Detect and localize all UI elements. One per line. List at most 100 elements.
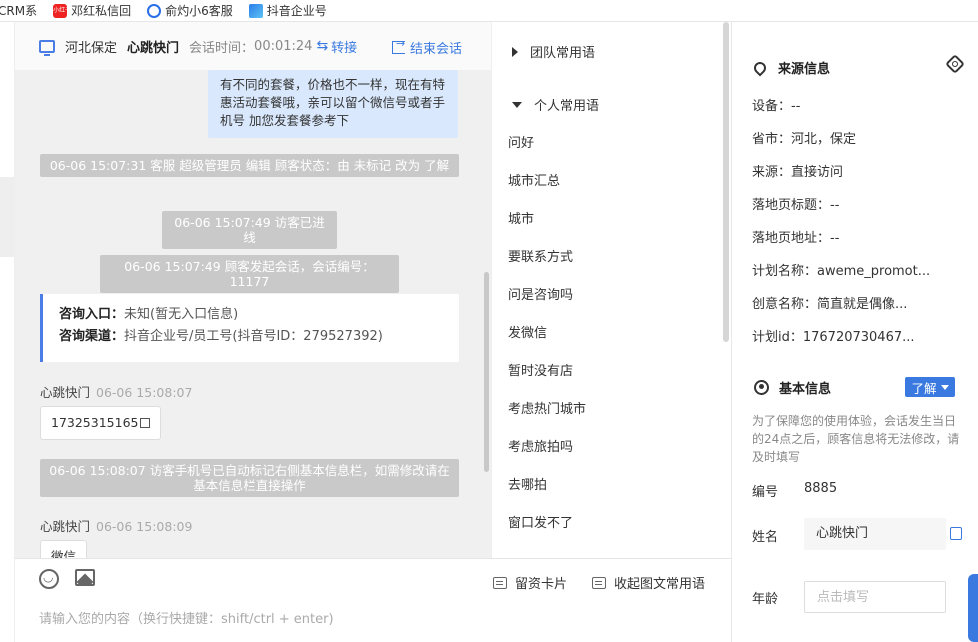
basic-info-title: 基本信息 (754, 378, 831, 397)
phrases-scrollbar[interactable] (723, 22, 729, 342)
input-area: 留资卡片 收起图文常用语 请输入您的内容（换行快捷键：shift/ctrl + … (15, 558, 731, 642)
landing-url: 落地页地址：-- (752, 231, 840, 246)
phrase-item[interactable]: 问是咨询吗 (508, 284, 573, 303)
transfer-label: 转接 (331, 40, 358, 56)
monitor-icon (39, 39, 55, 56)
source-device: 设备：-- (752, 99, 801, 114)
phrase-item[interactable]: 暂时没有店 (508, 360, 573, 379)
bookmark-service[interactable]: 俞灼小6客服 (147, 2, 233, 19)
consult-info-card: 咨询入口：未知(暂无入口信息) 咨询渠道：抖音企业号/员工号(抖音号ID：279… (40, 294, 459, 362)
section-label: 基本信息 (779, 382, 832, 397)
consult-channel-label: 咨询渠道： (59, 329, 125, 344)
lead-card-button[interactable]: 留资卡片 (493, 573, 567, 592)
visitor-location: 河北保定 (65, 40, 118, 56)
bookmark-red[interactable]: 小红书 邓红私信回 (53, 2, 131, 19)
number-value: 8885 (804, 481, 838, 496)
phone-number[interactable]: 17325315165 (51, 415, 138, 430)
agent-message: 有不同的套餐，价格也不一样，现在有特惠活动套餐哦，亲可以留个微信号或者手机号 加… (208, 70, 458, 138)
consult-entry-row: 咨询入口：未知(暂无入口信息) (59, 304, 443, 326)
caret-down-icon (512, 101, 522, 108)
session-time-label: 会话时间： (189, 40, 255, 56)
consult-entry-value: 未知(暂无入口信息) (124, 307, 239, 322)
name-label: 姓名 (752, 530, 779, 545)
bookmark-label: 抖音企业号 (266, 4, 327, 18)
douyin-icon (248, 3, 263, 18)
age-label: 年龄 (752, 592, 779, 607)
chat-panel: 河北保定 心跳快门 会话时间： 00:01:24 ⇆ 转接 结束会话 有不同的套… (15, 22, 491, 558)
xiaohongshu-icon: 小红书 (53, 3, 71, 18)
plan-name: 计划名称：aweme_promot... (752, 264, 931, 279)
source-origin: 来源：直接访问 (752, 165, 844, 180)
gutter-shade (0, 177, 14, 257)
group-label: 团队常用语 (530, 46, 596, 61)
phrases-panel: 团队常用语 个人常用语 问好 城市汇总 城市 要联系方式 问是咨询吗 发微信 暂… (491, 22, 731, 558)
number-label: 编号 (752, 485, 779, 500)
consult-channel-value: 抖音企业号/员工号(抖音号ID：279527392) (124, 329, 383, 344)
emoji-icon[interactable] (39, 569, 59, 589)
customer-status-dropdown[interactable]: 了解 (905, 377, 955, 397)
phrase-item[interactable]: 要联系方式 (508, 246, 573, 265)
group-label: 个人常用语 (534, 99, 600, 114)
message-sender: 心跳快门 06-06 15:08:09 (40, 516, 192, 535)
end-session-label: 结束会话 (410, 42, 463, 57)
system-message: 06-06 15:07:31 客服 超级管理员 编辑 顾客状态：由 未标记 改为… (40, 154, 459, 177)
lead-card-label: 留资卡片 (515, 577, 568, 592)
phrase-item[interactable]: 去哪拍 (508, 474, 547, 493)
session-time: 00:01:24 (254, 38, 313, 54)
edit-hint: 为了保障您的使用体验，会话发生当日的24点之后，顾客信息将无法修改，请及时填写 (752, 414, 960, 464)
sender-name: 心跳快门 (40, 385, 91, 400)
personal-phrases-group[interactable]: 个人常用语 (512, 95, 599, 114)
bookmarks-bar: CRM系 小红书 邓红私信回 俞灼小6客服 抖音企业号 (0, 0, 978, 22)
message-time: 06-06 15:08:09 (96, 519, 193, 534)
system-message: 06-06 15:07:49 访客已进线 (162, 211, 337, 249)
bookmark-label: 邓红私信回 (71, 4, 132, 18)
source-city: 省市：河北，保定 (752, 132, 857, 147)
team-phrases-group[interactable]: 团队常用语 (512, 42, 595, 61)
consult-entry-label: 咨询入口： (59, 307, 125, 322)
phrase-item[interactable]: 问好 (508, 132, 534, 151)
copy-icon[interactable] (140, 418, 151, 428)
phrase-item[interactable]: 窗口发不了 (508, 512, 573, 531)
user-icon (754, 380, 769, 395)
visitor-name: 心跳快门 (127, 40, 180, 56)
bookmark-label: CRM系 (0, 4, 38, 18)
exit-icon (392, 37, 405, 54)
status-label: 了解 (911, 380, 937, 396)
phrase-item[interactable]: 考虑热门城市 (508, 398, 586, 417)
edit-icon[interactable] (950, 527, 962, 540)
card-icon (493, 576, 507, 589)
creative-name: 创意名称：简直就是偶像... (752, 297, 908, 312)
end-session-button[interactable]: 结束会话 (392, 37, 463, 57)
bookmark-crm[interactable]: CRM系 (0, 2, 37, 19)
caret-right-icon (512, 46, 518, 57)
source-info-title: 来源信息 (751, 58, 831, 77)
phrase-item[interactable]: 发微信 (508, 322, 547, 341)
phrases-icon (592, 576, 606, 589)
message-time: 06-06 15:08:07 (96, 385, 193, 400)
image-icon[interactable] (75, 569, 95, 586)
age-input[interactable] (804, 581, 946, 613)
bookmark-label: 俞灼小6客服 (165, 4, 233, 18)
customer-info-panel: 来源信息 设备：-- 省市：河北，保定 来源：直接访问 落地页标题：-- 落地页… (731, 22, 978, 642)
name-field[interactable]: 心跳快门 (804, 518, 946, 550)
left-gutter (0, 22, 15, 642)
phrase-item[interactable]: 城市 (508, 208, 534, 227)
plan-id: 计划id：176720730467... (752, 330, 915, 345)
settings-icon[interactable] (945, 54, 965, 74)
phrase-item[interactable]: 考虑旅拍吗 (508, 436, 573, 455)
bookmark-douyin[interactable]: 抖音企业号 (248, 2, 327, 19)
collapse-phrases-button[interactable]: 收起图文常用语 (592, 573, 705, 592)
visitor-message: 微信 (40, 540, 88, 558)
phrase-item[interactable]: 城市汇总 (508, 170, 560, 189)
chat-scrollbar[interactable] (484, 272, 489, 472)
landing-title: 落地页标题：-- (752, 198, 840, 213)
consult-channel-row: 咨询渠道：抖音企业号/员工号(抖音号ID：279527392) (59, 326, 443, 348)
service-icon (147, 3, 162, 18)
message-sender: 心跳快门 06-06 15:08:07 (40, 382, 192, 401)
transfer-button[interactable]: ⇆ 转接 (316, 37, 357, 56)
message-input[interactable]: 请输入您的内容（换行快捷键：shift/ctrl + enter) (39, 608, 334, 627)
system-message: 06-06 15:08:07 访客手机号已自动标记右侧基本信息栏，如需修改请在基… (40, 459, 459, 497)
collapse-phrases-label: 收起图文常用语 (614, 577, 706, 592)
side-widget-tab[interactable] (968, 574, 978, 642)
section-label: 来源信息 (778, 62, 831, 77)
